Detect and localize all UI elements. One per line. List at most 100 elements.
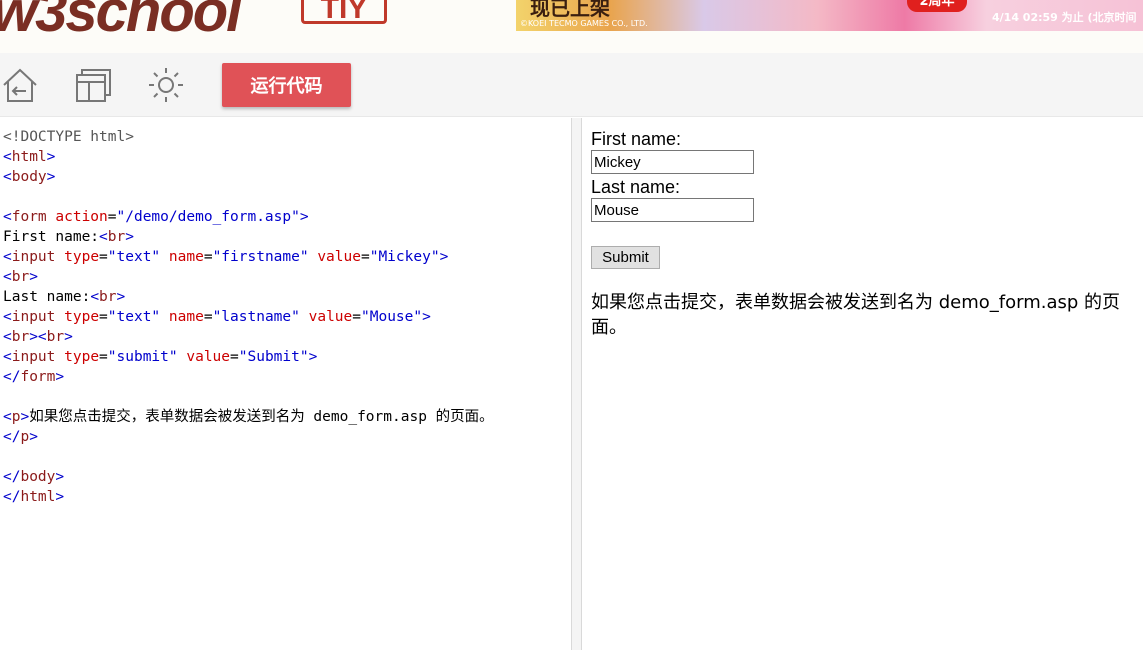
- code-token: =: [352, 309, 361, 325]
- code-token: <!DOCTYPE html>: [3, 129, 134, 145]
- code-line[interactable]: </p>: [0, 427, 571, 447]
- layout-icon[interactable]: [73, 65, 113, 105]
- code-token: input: [11, 349, 56, 365]
- code-token: >: [55, 369, 65, 385]
- submit-button[interactable]: [591, 246, 660, 269]
- code-token: "Mouse": [361, 309, 423, 325]
- code-token: br: [107, 229, 126, 245]
- code-token: >: [20, 409, 30, 425]
- code-token: type: [64, 249, 100, 265]
- code-token: "lastname": [212, 309, 300, 325]
- code-token: <: [3, 309, 12, 325]
- result-pane: First name: Last name: 如果您点击提交，表单数据会被发送到…: [582, 118, 1143, 650]
- code-line[interactable]: </form>: [0, 367, 571, 387]
- code-token: html: [20, 489, 56, 505]
- code-line[interactable]: <br><br>: [0, 327, 571, 347]
- ad-date: 4/14 02:59 为止 (北京时间: [992, 11, 1137, 24]
- result-paragraph: 如果您点击提交，表单数据会被发送到名为 demo_form.asp 的页面。: [591, 292, 1121, 338]
- code-token: br: [99, 289, 117, 305]
- ad-banner[interactable]: 现已上架 ©KOEI TECMO GAMES CO., LTD. 2周年 4/1…: [516, 0, 1143, 31]
- code-token: =: [99, 249, 108, 265]
- code-token: =: [99, 349, 108, 365]
- code-line[interactable]: [0, 447, 571, 467]
- code-token: type: [64, 349, 100, 365]
- code-token: First name:: [3, 229, 100, 245]
- last-name-label: Last name:: [591, 177, 681, 197]
- run-code-button[interactable]: 运行代码: [222, 63, 351, 107]
- code-line[interactable]: <form action="/demo/demo_form.asp">: [0, 207, 571, 227]
- code-token: =: [203, 249, 213, 265]
- code-token: >: [29, 269, 38, 285]
- code-line[interactable]: <body>: [0, 167, 571, 187]
- code-token: 如果您点击提交，表单数据会被发送到名为 demo_form.asp 的页面。: [29, 409, 494, 425]
- code-line[interactable]: </html>: [0, 487, 571, 507]
- code-line[interactable]: [0, 387, 571, 407]
- code-token: "Submit": [238, 349, 309, 365]
- code-line[interactable]: </body>: [0, 467, 571, 487]
- code-line[interactable]: <html>: [0, 147, 571, 167]
- code-token: </: [3, 429, 21, 445]
- code-token: >: [55, 489, 65, 505]
- code-token: <: [90, 289, 100, 305]
- pane-splitter[interactable]: [571, 118, 582, 650]
- code-token: >: [125, 229, 134, 245]
- code-token: value: [308, 309, 353, 325]
- code-editor[interactable]: <!DOCTYPE html> <html> <body> <form action…: [0, 118, 571, 650]
- code-line[interactable]: <input type="submit" value="Submit">: [0, 347, 571, 367]
- code-line[interactable]: <p>如果您点击提交，表单数据会被发送到名为 demo_form.asp 的页面…: [0, 407, 571, 427]
- ad-copyright: ©KOEI TECMO GAMES CO., LTD.: [520, 19, 648, 28]
- code-line[interactable]: <br>: [0, 267, 571, 287]
- code-token: ><: [29, 329, 47, 345]
- code-token: >: [46, 149, 56, 165]
- code-token: input: [11, 309, 56, 325]
- ad-title: 现已上架: [530, 0, 610, 20]
- code-token: =: [99, 309, 108, 325]
- last-name-input[interactable]: [591, 198, 754, 222]
- code-token: "firstname": [212, 249, 309, 265]
- code-token: value: [317, 249, 361, 265]
- code-token: <: [3, 349, 12, 365]
- brightness-icon[interactable]: [146, 65, 186, 105]
- code-token: =: [203, 309, 213, 325]
- code-token: name: [168, 309, 204, 325]
- code-token: Last name:: [3, 289, 91, 305]
- code-token: <: [3, 209, 12, 225]
- code-token: <: [3, 149, 12, 165]
- code-line[interactable]: <input type="text" name="firstname" valu…: [0, 247, 571, 267]
- code-line[interactable]: First name:<br>: [0, 227, 571, 247]
- first-name-input[interactable]: [591, 150, 754, 174]
- code-line[interactable]: <!DOCTYPE html>: [0, 127, 571, 147]
- code-token: <: [3, 269, 12, 285]
- code-token: "/demo/demo_form.asp": [116, 209, 300, 225]
- code-token: p: [20, 429, 30, 445]
- ad-badge: 2周年: [907, 0, 967, 12]
- code-token: action: [55, 209, 108, 225]
- code-token: >: [116, 289, 126, 305]
- code-token: >: [299, 209, 309, 225]
- code-token: body: [11, 169, 47, 185]
- code-line[interactable]: [0, 187, 571, 207]
- code-token: >: [439, 249, 449, 265]
- code-token: "text": [107, 249, 161, 265]
- code-token: input: [11, 249, 56, 265]
- tiy-badge[interactable]: TIY: [301, 0, 387, 25]
- code-token: "Mickey": [369, 249, 440, 265]
- code-token: br: [11, 329, 30, 345]
- code-token: >: [46, 169, 56, 185]
- code-token: </: [3, 469, 21, 485]
- code-token: form: [11, 209, 47, 225]
- code-line[interactable]: <input type="text" name="lastname" value…: [0, 307, 571, 327]
- w3school-logo[interactable]: w3school: [0, 0, 242, 45]
- code-line[interactable]: Last name:<br>: [0, 287, 571, 307]
- code-token: </: [3, 369, 21, 385]
- code-token: >: [308, 349, 318, 365]
- home-icon[interactable]: [0, 65, 40, 105]
- code-token: <: [3, 409, 12, 425]
- code-token: </: [3, 489, 21, 505]
- first-name-label: First name:: [591, 129, 682, 149]
